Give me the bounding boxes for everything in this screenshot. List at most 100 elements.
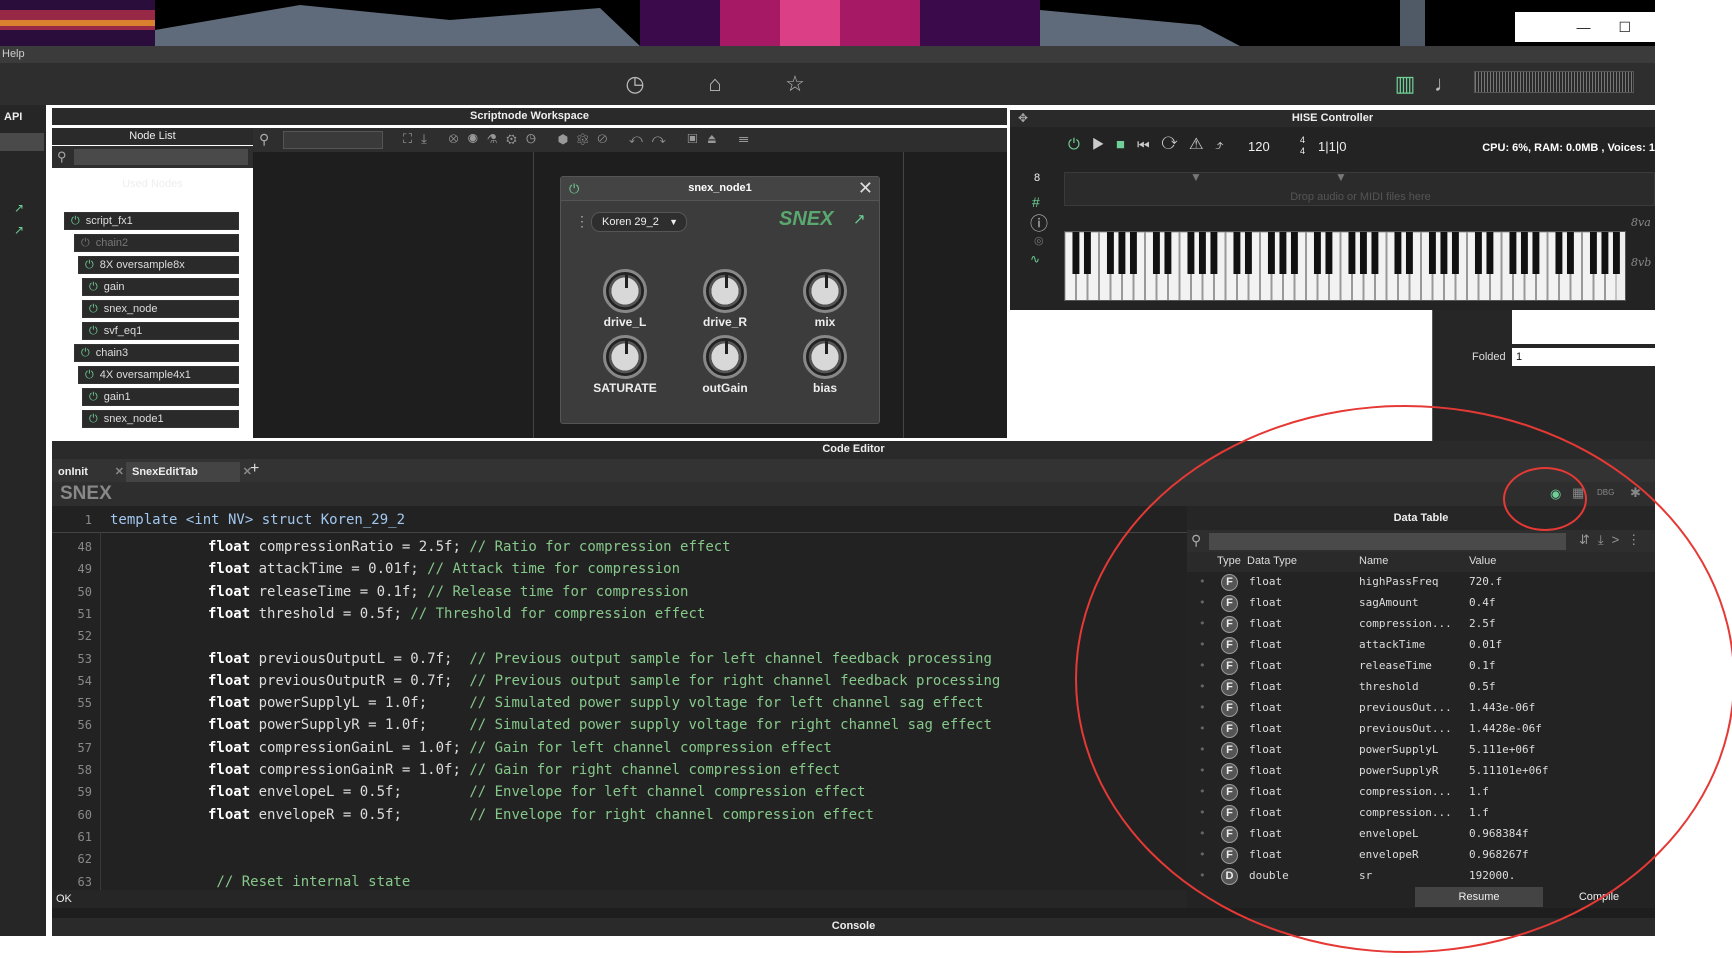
col-type[interactable]: Type xyxy=(1217,555,1241,567)
table-row[interactable]: • Ffloat compression... 1.f xyxy=(1187,803,1655,824)
black-key[interactable] xyxy=(1279,232,1287,274)
black-key[interactable] xyxy=(1118,232,1126,274)
table-row[interactable]: • Ffloat threshold 0.5f xyxy=(1187,677,1655,698)
node-item[interactable]: ⏻ snex_node xyxy=(82,300,239,318)
loop-icon[interactable]: ⟳ xyxy=(1161,136,1189,153)
home-icon[interactable]: ⌂ xyxy=(702,71,728,97)
black-key[interactable] xyxy=(1601,232,1609,274)
rewind-icon[interactable]: ⏮ xyxy=(1137,136,1162,153)
table-row[interactable]: • Ffloat compression... 2.5f xyxy=(1187,614,1655,635)
power-icon[interactable]: ⏻ xyxy=(1068,136,1092,153)
black-key[interactable] xyxy=(1233,232,1241,274)
tempo-display[interactable]: 120 xyxy=(1248,139,1270,154)
tab-snexedittab[interactable]: SnexEditTab ✕ xyxy=(126,462,252,482)
power-icon[interactable]: ⏻ xyxy=(85,259,94,271)
black-key[interactable] xyxy=(1486,232,1494,274)
black-key[interactable] xyxy=(1290,232,1298,274)
close-icon[interactable]: ✕ xyxy=(115,462,124,482)
black-key[interactable] xyxy=(1187,232,1195,274)
table-row[interactable]: • Ffloat powerSupplyL 5.111e+06f xyxy=(1187,740,1655,761)
black-key[interactable] xyxy=(1440,232,1448,274)
table-row[interactable]: • Ffloat sagAmount 0.4f xyxy=(1187,593,1655,614)
metronome-icon[interactable]: ⚠ xyxy=(1190,136,1216,153)
node-item[interactable]: ⏻ snex_node1 xyxy=(82,410,239,428)
black-key[interactable] xyxy=(1325,232,1333,274)
panic-icon[interactable]: ⓘ xyxy=(1030,210,1048,236)
move-icon[interactable]: ✥ xyxy=(1018,111,1028,125)
node-item[interactable]: ⏻ 4X oversample4x1 xyxy=(78,366,239,384)
stop-icon[interactable]: ■ xyxy=(1116,136,1137,153)
table-row[interactable]: • Ddouble sr 192000. xyxy=(1187,866,1655,887)
add-tab-icon[interactable]: + xyxy=(250,460,259,478)
black-key[interactable] xyxy=(1072,232,1080,274)
table-row[interactable]: • Ffloat releaseTime 0.1f xyxy=(1187,656,1655,677)
black-key[interactable] xyxy=(1106,232,1114,274)
black-key[interactable] xyxy=(1210,232,1218,274)
node-item[interactable]: ⏻ gain xyxy=(82,278,239,296)
close-icon[interactable]: ✕ xyxy=(858,178,873,199)
tab-oninit[interactable]: onInit ✕ xyxy=(52,462,126,482)
knob-drive_l[interactable] xyxy=(603,269,647,313)
black-key[interactable] xyxy=(1405,232,1413,274)
piano-keyboard[interactable] xyxy=(1064,231,1626,301)
code-area[interactable]: 1 template <int NV> struct Koren_29_2 48… xyxy=(52,506,1187,890)
transport-controls[interactable]: ⏻▶■⏮⟳⚠⤴ xyxy=(1068,136,1235,153)
datatable-search-input[interactable] xyxy=(1209,533,1566,550)
black-key[interactable] xyxy=(1509,232,1517,274)
black-key[interactable] xyxy=(1451,232,1459,274)
compile-button[interactable]: Compile xyxy=(1543,887,1655,907)
black-key[interactable] xyxy=(1394,232,1402,274)
power-icon[interactable]: ⏻ xyxy=(89,281,98,293)
loop-marker-icon[interactable]: ▼ xyxy=(1335,170,1347,184)
node-item[interactable]: ⏻ 8X oversample8x xyxy=(78,256,239,274)
black-key[interactable] xyxy=(1612,232,1620,274)
black-key[interactable] xyxy=(1474,232,1482,274)
zoom-select[interactable] xyxy=(283,131,383,149)
table-row[interactable]: • Ffloat previousOut... 1.443e-06f xyxy=(1187,698,1655,719)
black-key[interactable] xyxy=(1520,232,1528,274)
table-row[interactable]: • Ffloat envelopeR 0.968267f xyxy=(1187,845,1655,866)
node-item[interactable]: ⏻ chain3 xyxy=(74,344,239,362)
knob-bias[interactable] xyxy=(803,335,847,379)
loop-marker-icon[interactable]: ▼ xyxy=(1190,170,1202,184)
piano-icon[interactable]: ▥ xyxy=(1392,71,1418,97)
external-link-icon[interactable]: ↗ xyxy=(14,223,24,237)
node-item[interactable]: ⏻ gain1 xyxy=(82,388,239,406)
black-key[interactable] xyxy=(1083,232,1091,274)
drop-zone[interactable]: Drop audio or MIDI files here ▼ ▼ xyxy=(1064,170,1655,206)
power-icon[interactable]: ⏻ xyxy=(81,237,90,249)
knob-mix[interactable] xyxy=(803,269,847,313)
black-key[interactable] xyxy=(1244,232,1252,274)
datatable-tool-icons[interactable]: ⇵⤓>⋮ xyxy=(1579,532,1648,548)
power-icon[interactable]: ⏻ xyxy=(89,413,98,425)
black-key[interactable] xyxy=(1164,232,1172,274)
black-key[interactable] xyxy=(1198,232,1206,274)
external-link-icon[interactable]: ↗ xyxy=(853,210,866,228)
octave-up[interactable]: 8va xyxy=(1631,216,1651,229)
table-row[interactable]: • Ffloat envelopeL 0.968384f xyxy=(1187,824,1655,845)
external-link-icon[interactable]: ↗ xyxy=(14,201,24,215)
export-icon[interactable]: ⤴ xyxy=(1215,136,1235,153)
knob-saturate[interactable] xyxy=(603,335,647,379)
record-icon[interactable]: ◎ xyxy=(1034,234,1044,247)
preset-select[interactable]: Koren 29_2 ▼ xyxy=(591,212,687,232)
property-value-box[interactable] xyxy=(1512,310,1655,344)
power-icon[interactable]: ⏻ xyxy=(81,347,90,359)
black-key[interactable] xyxy=(1532,232,1540,274)
black-key[interactable] xyxy=(1267,232,1275,274)
black-key[interactable] xyxy=(1371,232,1379,274)
api-input[interactable] xyxy=(0,133,44,151)
search-icon[interactable]: ⚲ xyxy=(259,131,269,148)
api-label[interactable]: API xyxy=(4,111,22,123)
black-key[interactable] xyxy=(1428,232,1436,274)
node-item[interactable]: ⏻ svf_eq1 xyxy=(82,322,239,340)
knob-outgain[interactable] xyxy=(703,335,747,379)
grid-icon[interactable]: # xyxy=(1032,194,1040,210)
black-key[interactable] xyxy=(1152,232,1160,274)
black-key[interactable] xyxy=(1555,232,1563,274)
node-item[interactable]: ⏻ chain2 xyxy=(74,234,239,252)
node-item[interactable]: ⏻ script_fx1 xyxy=(64,212,239,230)
black-key[interactable] xyxy=(1589,232,1597,274)
black-key[interactable] xyxy=(1129,232,1137,274)
table-row[interactable]: • Ffloat highPassFreq 720.f xyxy=(1187,572,1655,593)
